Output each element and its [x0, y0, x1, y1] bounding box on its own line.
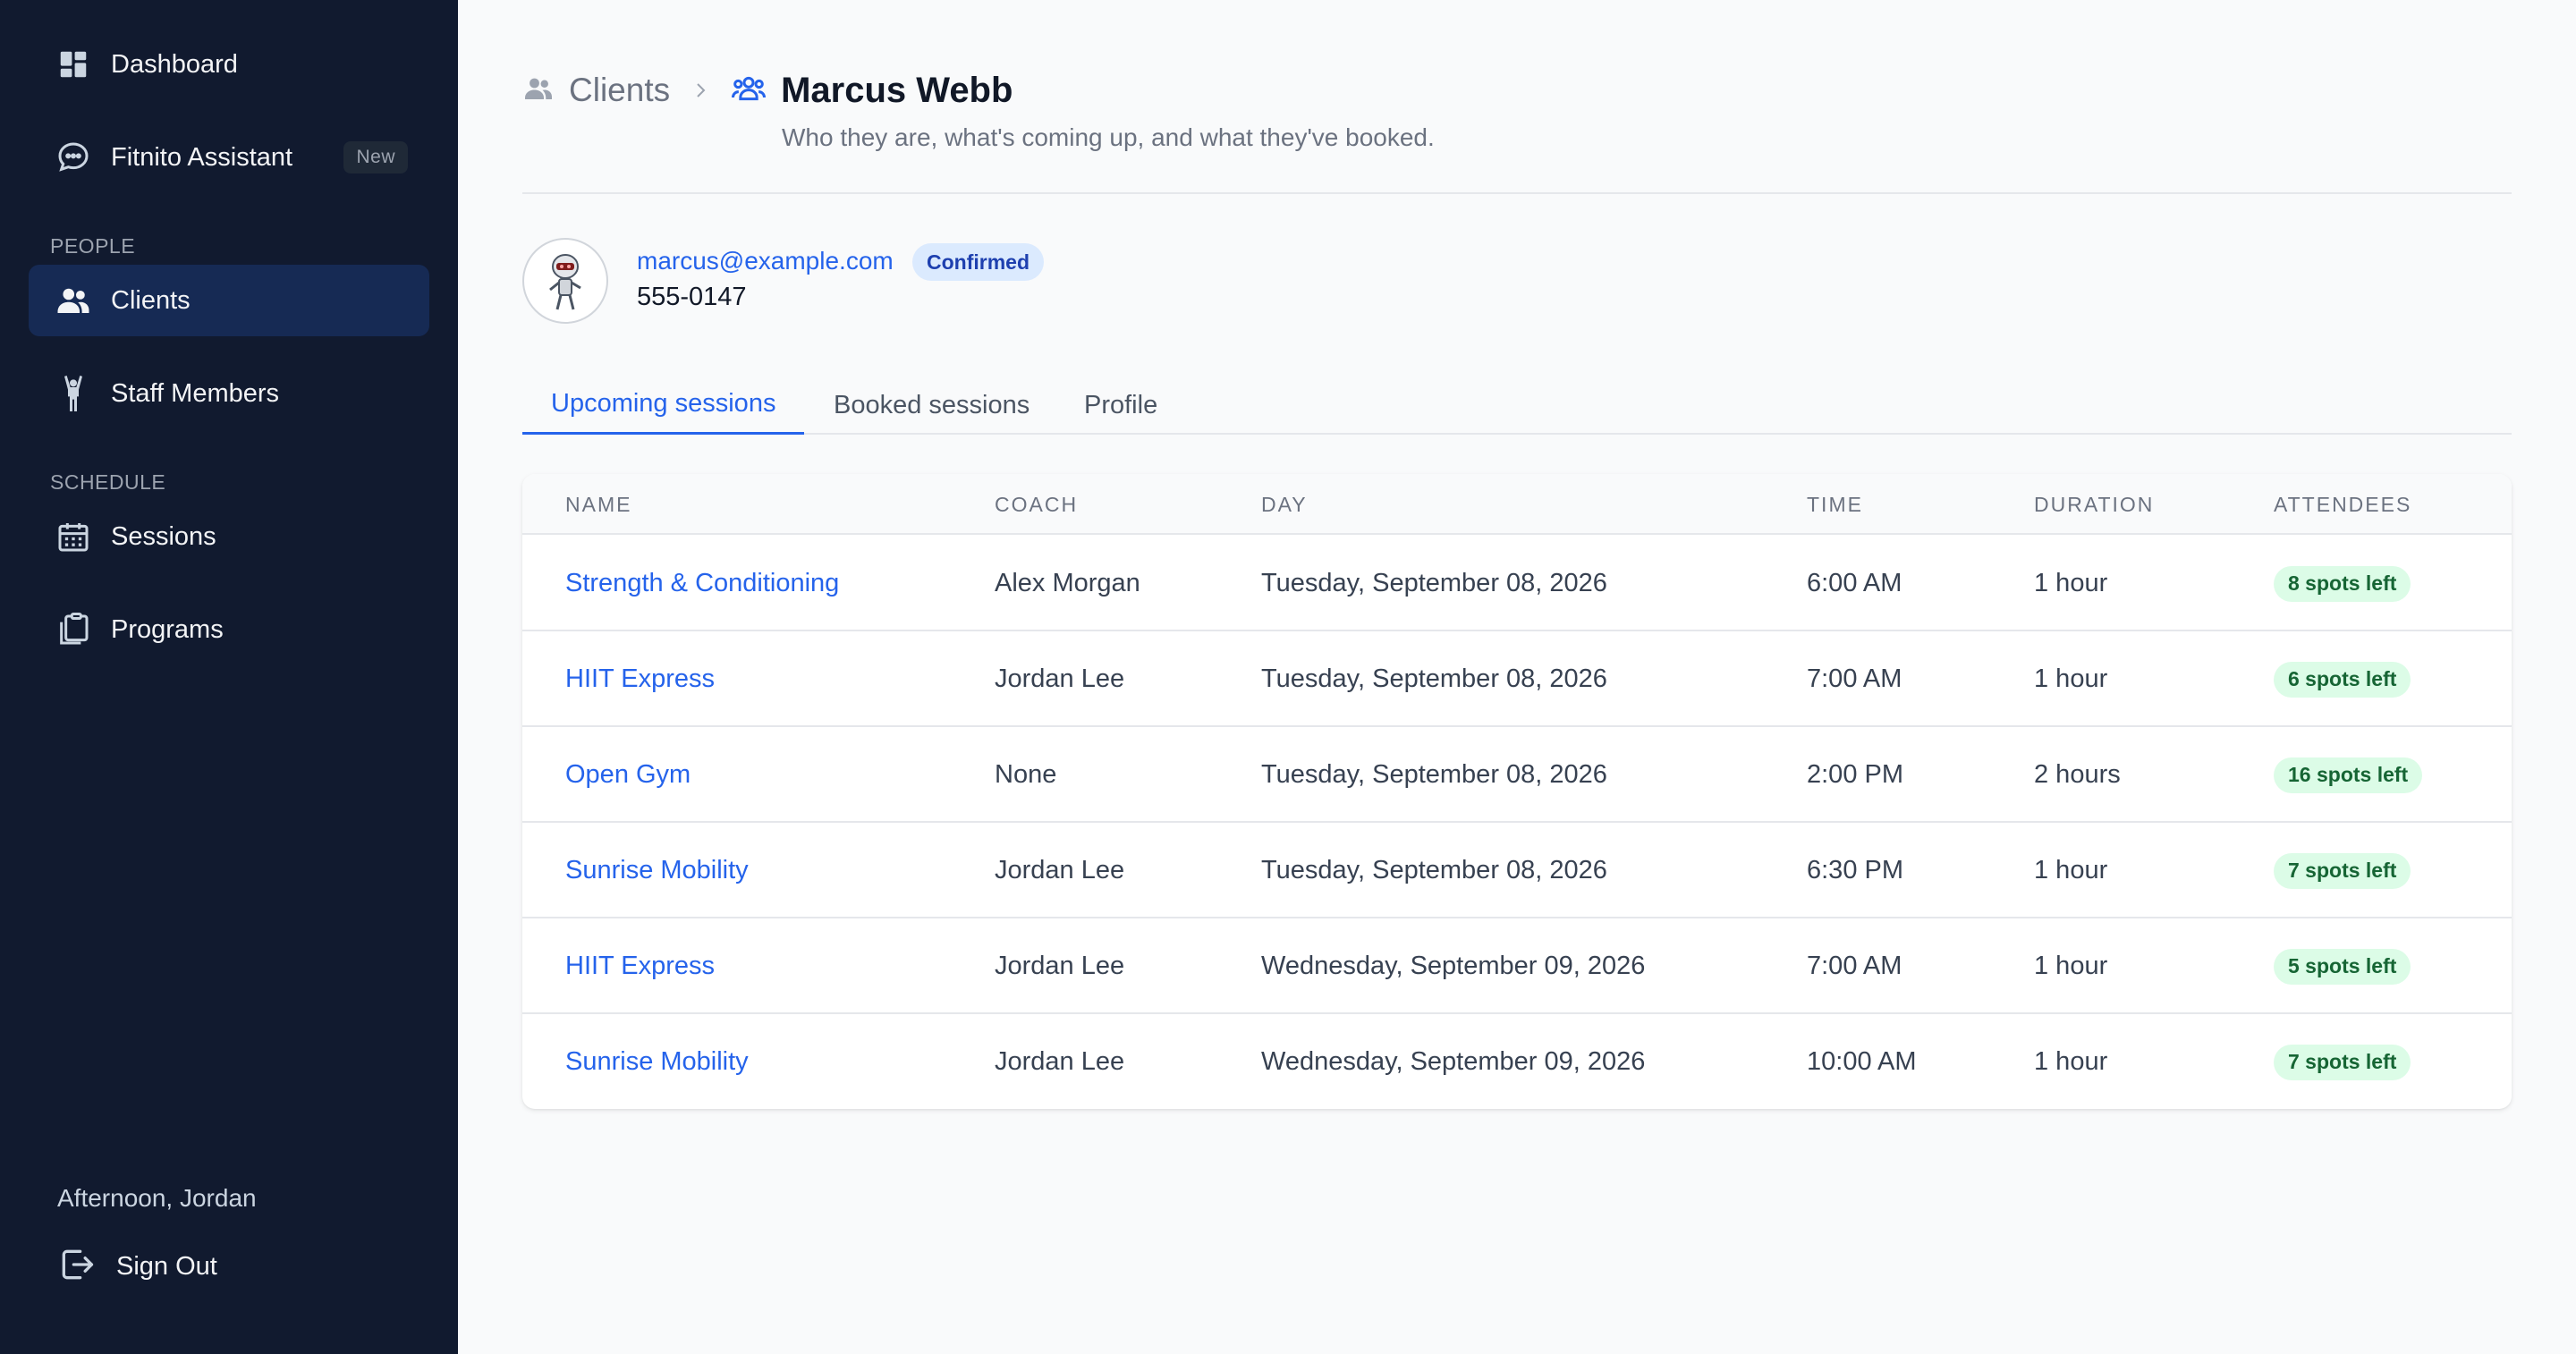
- sidebar-item-dashboard[interactable]: Dashboard: [29, 29, 429, 100]
- duration-cell: 1 hour: [2034, 569, 2108, 597]
- table-row: Open Gym None Tuesday, September 08, 202…: [522, 727, 2512, 823]
- clipboard-icon: [54, 610, 93, 649]
- attendees-cell: 5 spots left: [2274, 918, 2411, 1014]
- sidebar-item-sessions[interactable]: Sessions: [29, 501, 429, 572]
- table-row: Sunrise Mobility Jordan Lee Tuesday, Sep…: [522, 823, 2512, 918]
- attendees-cell: 7 spots left: [2274, 823, 2411, 918]
- greeting-text: Afternoon, Jordan: [57, 1184, 257, 1212]
- spots-left-badge: 7 spots left: [2274, 852, 2411, 889]
- column-header-coach: COACH: [995, 492, 1079, 516]
- tab-profile[interactable]: Profile: [1084, 376, 1157, 435]
- sessions-table: NAME COACH DAY TIME DURATION ATTENDEES S…: [522, 474, 2512, 1109]
- person-arms-up-icon: [54, 374, 93, 413]
- duration-cell: 1 hour: [2034, 1047, 2108, 1076]
- table-row: HIIT Express Jordan Lee Tuesday, Septemb…: [522, 631, 2512, 727]
- time-cell: 10:00 AM: [1807, 1047, 1917, 1076]
- day-cell: Tuesday, September 08, 2026: [1261, 664, 1607, 693]
- sidebar-item-label: Staff Members: [111, 378, 280, 408]
- table-row: Sunrise Mobility Jordan Lee Wednesday, S…: [522, 1014, 2512, 1110]
- robot-avatar-icon: [549, 254, 581, 310]
- breadcrumb: Clients Marcus Webb: [522, 66, 1013, 114]
- spots-left-badge: 8 spots left: [2274, 565, 2411, 602]
- column-header-attendees: ATTENDEES: [2274, 492, 2412, 516]
- table-row: Strength & Conditioning Alex Morgan Tues…: [522, 536, 2512, 631]
- sidebar: Dashboard Fitnito Assistant New PEOPLE C…: [0, 0, 458, 1354]
- table-row: HIIT Express Jordan Lee Wednesday, Septe…: [522, 918, 2512, 1014]
- spots-left-badge: 6 spots left: [2274, 661, 2411, 698]
- coach-cell: Jordan Lee: [995, 664, 1125, 693]
- new-badge: New: [343, 141, 408, 173]
- sidebar-item-label: Sessions: [111, 521, 216, 551]
- avatar: [522, 238, 608, 324]
- time-cell: 7:00 AM: [1807, 952, 1902, 980]
- day-cell: Wednesday, September 09, 2026: [1261, 1047, 1646, 1076]
- day-cell: Wednesday, September 09, 2026: [1261, 952, 1646, 980]
- session-name-link[interactable]: HIIT Express: [565, 918, 715, 1014]
- dashboard-icon: [54, 45, 93, 84]
- session-name-link[interactable]: Sunrise Mobility: [565, 823, 749, 918]
- tab-upcoming-sessions[interactable]: Upcoming sessions: [522, 376, 805, 435]
- coach-cell: None: [995, 760, 1057, 789]
- sidebar-item-label: Fitnito Assistant: [111, 142, 293, 172]
- sign-out-icon: [57, 1245, 97, 1289]
- column-header-day: DAY: [1261, 492, 1308, 516]
- chat-bubble-icon: [54, 138, 93, 177]
- client-email-link[interactable]: marcus@example.com: [637, 247, 894, 275]
- calendar-icon: [54, 517, 93, 556]
- spots-left-badge: 7 spots left: [2274, 1044, 2411, 1080]
- spots-left-badge: 5 spots left: [2274, 948, 2411, 985]
- duration-cell: 2 hours: [2034, 760, 2121, 789]
- section-label-people: PEOPLE: [50, 234, 136, 258]
- duration-cell: 1 hour: [2034, 664, 2108, 693]
- duration-cell: 1 hour: [2034, 952, 2108, 980]
- attendees-cell: 8 spots left: [2274, 536, 2411, 631]
- spots-left-badge: 16 spots left: [2274, 757, 2423, 793]
- column-header-name: NAME: [565, 492, 632, 516]
- table-header: NAME COACH DAY TIME DURATION ATTENDEES: [522, 474, 2512, 535]
- session-name-link[interactable]: HIIT Express: [565, 631, 715, 727]
- coach-cell: Jordan Lee: [995, 952, 1125, 980]
- column-header-duration: DURATION: [2034, 492, 2155, 516]
- sign-out-label: Sign Out: [116, 1252, 217, 1281]
- day-cell: Tuesday, September 08, 2026: [1261, 760, 1607, 789]
- tabs: Upcoming sessions Booked sessions Profil…: [522, 376, 2512, 435]
- attendees-cell: 16 spots left: [2274, 727, 2423, 823]
- sidebar-item-assistant[interactable]: Fitnito Assistant New: [29, 122, 429, 193]
- tab-booked-sessions[interactable]: Booked sessions: [834, 376, 1030, 435]
- header-divider: [522, 192, 2512, 194]
- time-cell: 2:00 PM: [1807, 760, 1903, 789]
- time-cell: 7:00 AM: [1807, 664, 1902, 693]
- breadcrumb-clients-link[interactable]: Clients: [569, 72, 670, 109]
- client-phone: 555-0147: [637, 283, 747, 311]
- session-name-link[interactable]: Sunrise Mobility: [565, 1014, 749, 1110]
- sidebar-item-programs[interactable]: Programs: [29, 594, 429, 665]
- chevron-right-icon: [690, 80, 711, 101]
- sidebar-item-label: Clients: [111, 285, 191, 315]
- users-icon: [54, 281, 93, 320]
- coach-cell: Jordan Lee: [995, 1047, 1125, 1076]
- day-cell: Tuesday, September 08, 2026: [1261, 856, 1607, 884]
- status-badge: Confirmed: [912, 243, 1044, 281]
- sign-out-button[interactable]: Sign Out: [57, 1245, 217, 1289]
- page-subtitle: Who they are, what's coming up, and what…: [782, 123, 1435, 151]
- sidebar-item-clients[interactable]: Clients: [29, 265, 429, 336]
- session-name-link[interactable]: Open Gym: [565, 727, 691, 823]
- attendees-cell: 6 spots left: [2274, 631, 2411, 727]
- duration-cell: 1 hour: [2034, 856, 2108, 884]
- day-cell: Tuesday, September 08, 2026: [1261, 569, 1607, 597]
- column-header-time: TIME: [1807, 492, 1863, 516]
- attendees-cell: 7 spots left: [2274, 1014, 2411, 1110]
- sidebar-item-staff[interactable]: Staff Members: [29, 358, 429, 429]
- sidebar-item-label: Dashboard: [111, 49, 238, 79]
- section-label-schedule: SCHEDULE: [50, 470, 166, 494]
- page-title: Marcus Webb: [781, 70, 1013, 110]
- time-cell: 6:00 AM: [1807, 569, 1902, 597]
- sidebar-item-label: Programs: [111, 614, 224, 644]
- users-icon: [522, 72, 555, 109]
- user-group-icon: [731, 71, 767, 111]
- time-cell: 6:30 PM: [1807, 856, 1903, 884]
- coach-cell: Jordan Lee: [995, 856, 1125, 884]
- coach-cell: Alex Morgan: [995, 569, 1140, 597]
- session-name-link[interactable]: Strength & Conditioning: [565, 536, 839, 631]
